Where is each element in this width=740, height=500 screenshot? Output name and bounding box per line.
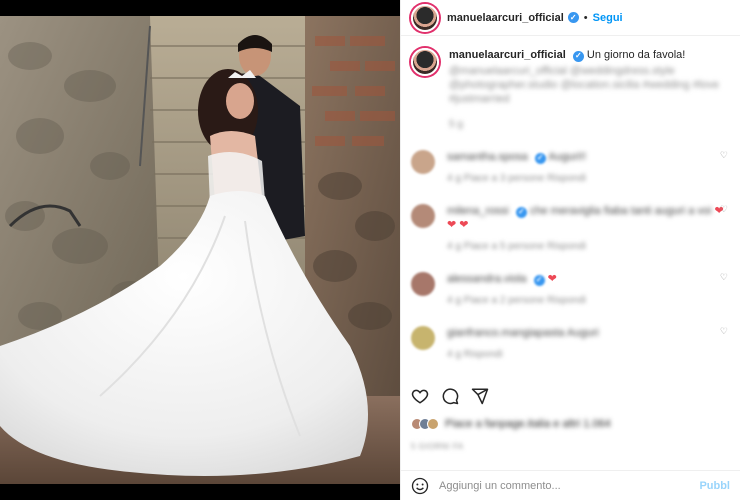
likes-text[interactable]: Piace a fanpage.italia e altri 1.064 xyxy=(445,418,611,430)
comment-meta[interactable]: 4 g Piace a 3 persone Rispondi xyxy=(447,172,730,186)
caption-hashtags: @manuelaarcuri_official @weddingdress.st… xyxy=(449,65,719,105)
post-media-pane xyxy=(0,0,400,500)
caption-author-avatar[interactable] xyxy=(411,48,439,76)
wedding-photo-illustration xyxy=(0,16,400,484)
comment-meta[interactable]: 4 g Piace a 2 persone Rispondi xyxy=(447,294,730,308)
post-header: manuelaarcuri_official ✓ • Segui xyxy=(401,0,740,36)
comment-verified-badge-icon: ✓ xyxy=(515,206,527,218)
likes-summary[interactable]: Piace a fanpage.italia e altri 1.064 xyxy=(411,418,730,430)
author-username[interactable]: manuelaarcuri_official xyxy=(447,12,564,24)
emoji-icon[interactable] xyxy=(411,477,429,495)
comment-username[interactable]: samantha.sposa xyxy=(447,151,528,163)
comment-item: gianfranco.mangiapasta Auguri 4 g Rispon… xyxy=(411,326,730,362)
comment-like-icon[interactable]: ♡ xyxy=(720,326,728,337)
comment-item: milena_rossi ✓ che meraviglia fiaba tant… xyxy=(411,204,730,254)
comment-username[interactable]: gianfranco.mangiapasta xyxy=(447,327,564,339)
liker-avatar xyxy=(427,418,439,430)
post-actions xyxy=(411,382,730,410)
comment-text: Auguri!! xyxy=(548,151,587,163)
caption-text: Un giorno da favola! xyxy=(586,49,686,61)
wedding-photo[interactable] xyxy=(0,16,400,484)
comment-text: che meraviglia fiaba tanti auguri a voi xyxy=(529,205,712,217)
comment-meta[interactable]: 4 g Rispondi xyxy=(447,348,730,362)
comment-item: alessandra.viola ✓ ❤ 4 g Piace a 2 perso… xyxy=(411,272,730,308)
share-icon[interactable] xyxy=(471,387,489,405)
author-avatar[interactable] xyxy=(411,3,439,32)
comment-avatar[interactable] xyxy=(411,326,435,350)
caption: manuelaarcuri_official ✓ Un giorno da fa… xyxy=(411,48,730,132)
post-sidebar: manuelaarcuri_official ✓ • Segui manuela… xyxy=(400,0,740,500)
comment-icon[interactable] xyxy=(441,387,459,405)
comment-username[interactable]: alessandra.viola xyxy=(447,273,527,285)
comment-verified-badge-icon: ✓ xyxy=(534,152,546,164)
heart-icon[interactable] xyxy=(411,387,429,405)
post-date: 5 GIORNI FA xyxy=(411,442,464,451)
caption-verified-badge-icon: ✓ xyxy=(572,50,584,62)
comment-avatar[interactable] xyxy=(411,204,435,228)
header-separator: • xyxy=(583,11,588,24)
caption-username[interactable]: manuelaarcuri_official xyxy=(449,49,566,61)
comment-item: samantha.sposa ✓ Auguri!! 4 g Piace a 3 … xyxy=(411,150,730,186)
comment-text: Auguri xyxy=(566,327,599,339)
comment-like-icon[interactable]: ♡ xyxy=(720,150,728,161)
comment-username[interactable]: milena_rossi xyxy=(447,205,509,217)
follow-button[interactable]: Segui xyxy=(593,12,623,24)
comment-avatar[interactable] xyxy=(411,272,435,296)
comment-meta[interactable]: 4 g Piace a 5 persone Rispondi xyxy=(447,240,730,254)
caption-time: 5 g xyxy=(449,119,463,130)
add-comment-bar: Pubbl xyxy=(401,470,740,500)
comment-verified-badge-icon: ✓ xyxy=(533,274,545,286)
verified-badge-icon: ✓ xyxy=(567,12,579,23)
comments-list[interactable]: manuelaarcuri_official ✓ Un giorno da fa… xyxy=(401,36,740,376)
comment-avatar[interactable] xyxy=(411,150,435,174)
liker-avatars xyxy=(411,418,439,430)
publish-button[interactable]: Pubbl xyxy=(699,480,730,492)
comment-like-icon[interactable]: ♡ xyxy=(720,272,728,283)
comment-hearts: ❤ xyxy=(547,273,557,285)
comment-like-icon[interactable]: ♡ xyxy=(720,204,728,215)
add-comment-input[interactable] xyxy=(439,479,700,492)
